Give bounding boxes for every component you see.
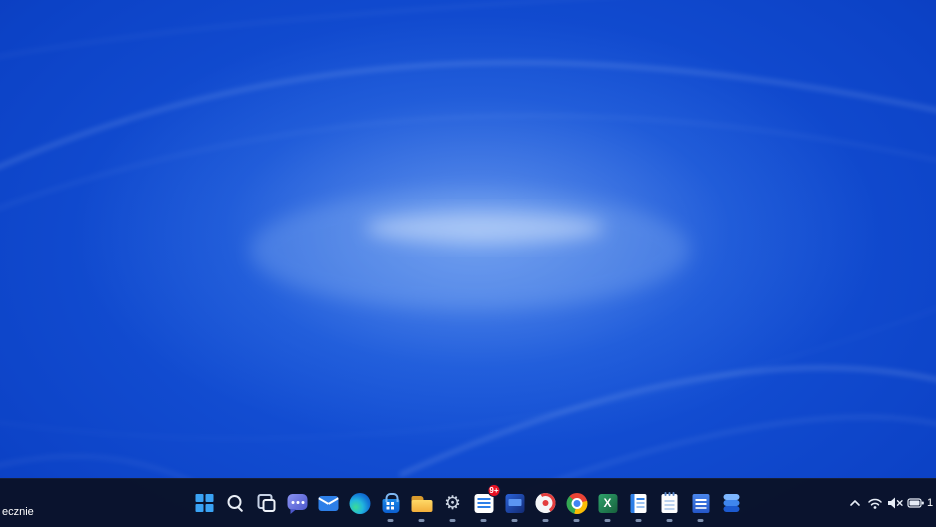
windows-start-icon xyxy=(196,494,214,512)
volume-muted-icon xyxy=(886,496,904,510)
search-icon xyxy=(227,494,245,512)
start-button[interactable] xyxy=(190,483,220,523)
clock-text: 1 xyxy=(927,497,933,509)
layers-app-button[interactable] xyxy=(717,483,747,523)
running-indicator xyxy=(388,519,394,522)
network-button[interactable] xyxy=(865,483,885,523)
chrome-browser-icon xyxy=(566,493,587,514)
desktop-background[interactable]: ecznie xyxy=(0,0,936,527)
tray-overflow-button[interactable] xyxy=(845,483,865,523)
blue-notes-app-button[interactable] xyxy=(686,483,716,523)
running-indicator xyxy=(450,519,456,522)
chrome-button[interactable] xyxy=(562,483,592,523)
task-view-button[interactable] xyxy=(252,483,282,523)
clock[interactable]: 1 xyxy=(927,483,936,523)
search-button[interactable] xyxy=(221,483,251,523)
running-indicator xyxy=(543,519,549,522)
file-explorer-button[interactable] xyxy=(407,483,437,523)
volume-button[interactable] xyxy=(885,483,905,523)
document-icon xyxy=(631,494,647,513)
document-app-button[interactable] xyxy=(624,483,654,523)
notepad-spiral-icon xyxy=(662,494,678,513)
widgets-button[interactable]: ecznie xyxy=(0,470,42,527)
running-indicator xyxy=(481,519,487,522)
blue-window-icon xyxy=(505,494,524,513)
running-indicator xyxy=(574,519,580,522)
settings-button[interactable]: ⚙ xyxy=(438,483,468,523)
microsoft-store-button[interactable] xyxy=(376,483,406,523)
battery-button[interactable] xyxy=(905,483,927,523)
running-indicator xyxy=(605,519,611,522)
wifi-icon xyxy=(867,496,883,510)
widgets-weather-label: ecznie xyxy=(2,506,34,518)
mail-envelope-icon xyxy=(319,496,339,511)
layers-stack-icon xyxy=(722,493,742,513)
store-bag-icon xyxy=(382,499,399,513)
running-indicator xyxy=(698,519,704,522)
taskbar-center-icons: ⚙ 9+ X xyxy=(190,483,747,523)
chat-button[interactable] xyxy=(283,483,313,523)
system-tray: 1 xyxy=(845,479,936,527)
excel-icon: X xyxy=(598,494,617,513)
list-app-icon xyxy=(474,494,493,513)
blue-notes-icon xyxy=(692,494,709,513)
notepad-app-button[interactable] xyxy=(655,483,685,523)
battery-icon xyxy=(907,497,925,509)
red-circle-icon xyxy=(536,493,556,513)
gear-icon: ⚙ xyxy=(444,494,461,513)
edge-browser-icon xyxy=(349,493,370,514)
running-indicator xyxy=(636,519,642,522)
chat-bubble-icon xyxy=(288,494,308,510)
chevron-up-icon xyxy=(848,496,862,510)
red-circle-app-button[interactable] xyxy=(531,483,561,523)
mail-button[interactable] xyxy=(314,483,344,523)
running-indicator xyxy=(419,519,425,522)
folder-icon xyxy=(411,496,432,512)
wallpaper-light-streaks xyxy=(0,0,936,527)
badged-app-button[interactable]: 9+ xyxy=(469,483,499,523)
blue-window-app-button[interactable] xyxy=(500,483,530,523)
running-indicator xyxy=(667,519,673,522)
task-view-icon xyxy=(258,494,276,512)
running-indicator xyxy=(512,519,518,522)
excel-button[interactable]: X xyxy=(593,483,623,523)
edge-button[interactable] xyxy=(345,483,375,523)
taskbar: ecznie xyxy=(0,478,936,527)
